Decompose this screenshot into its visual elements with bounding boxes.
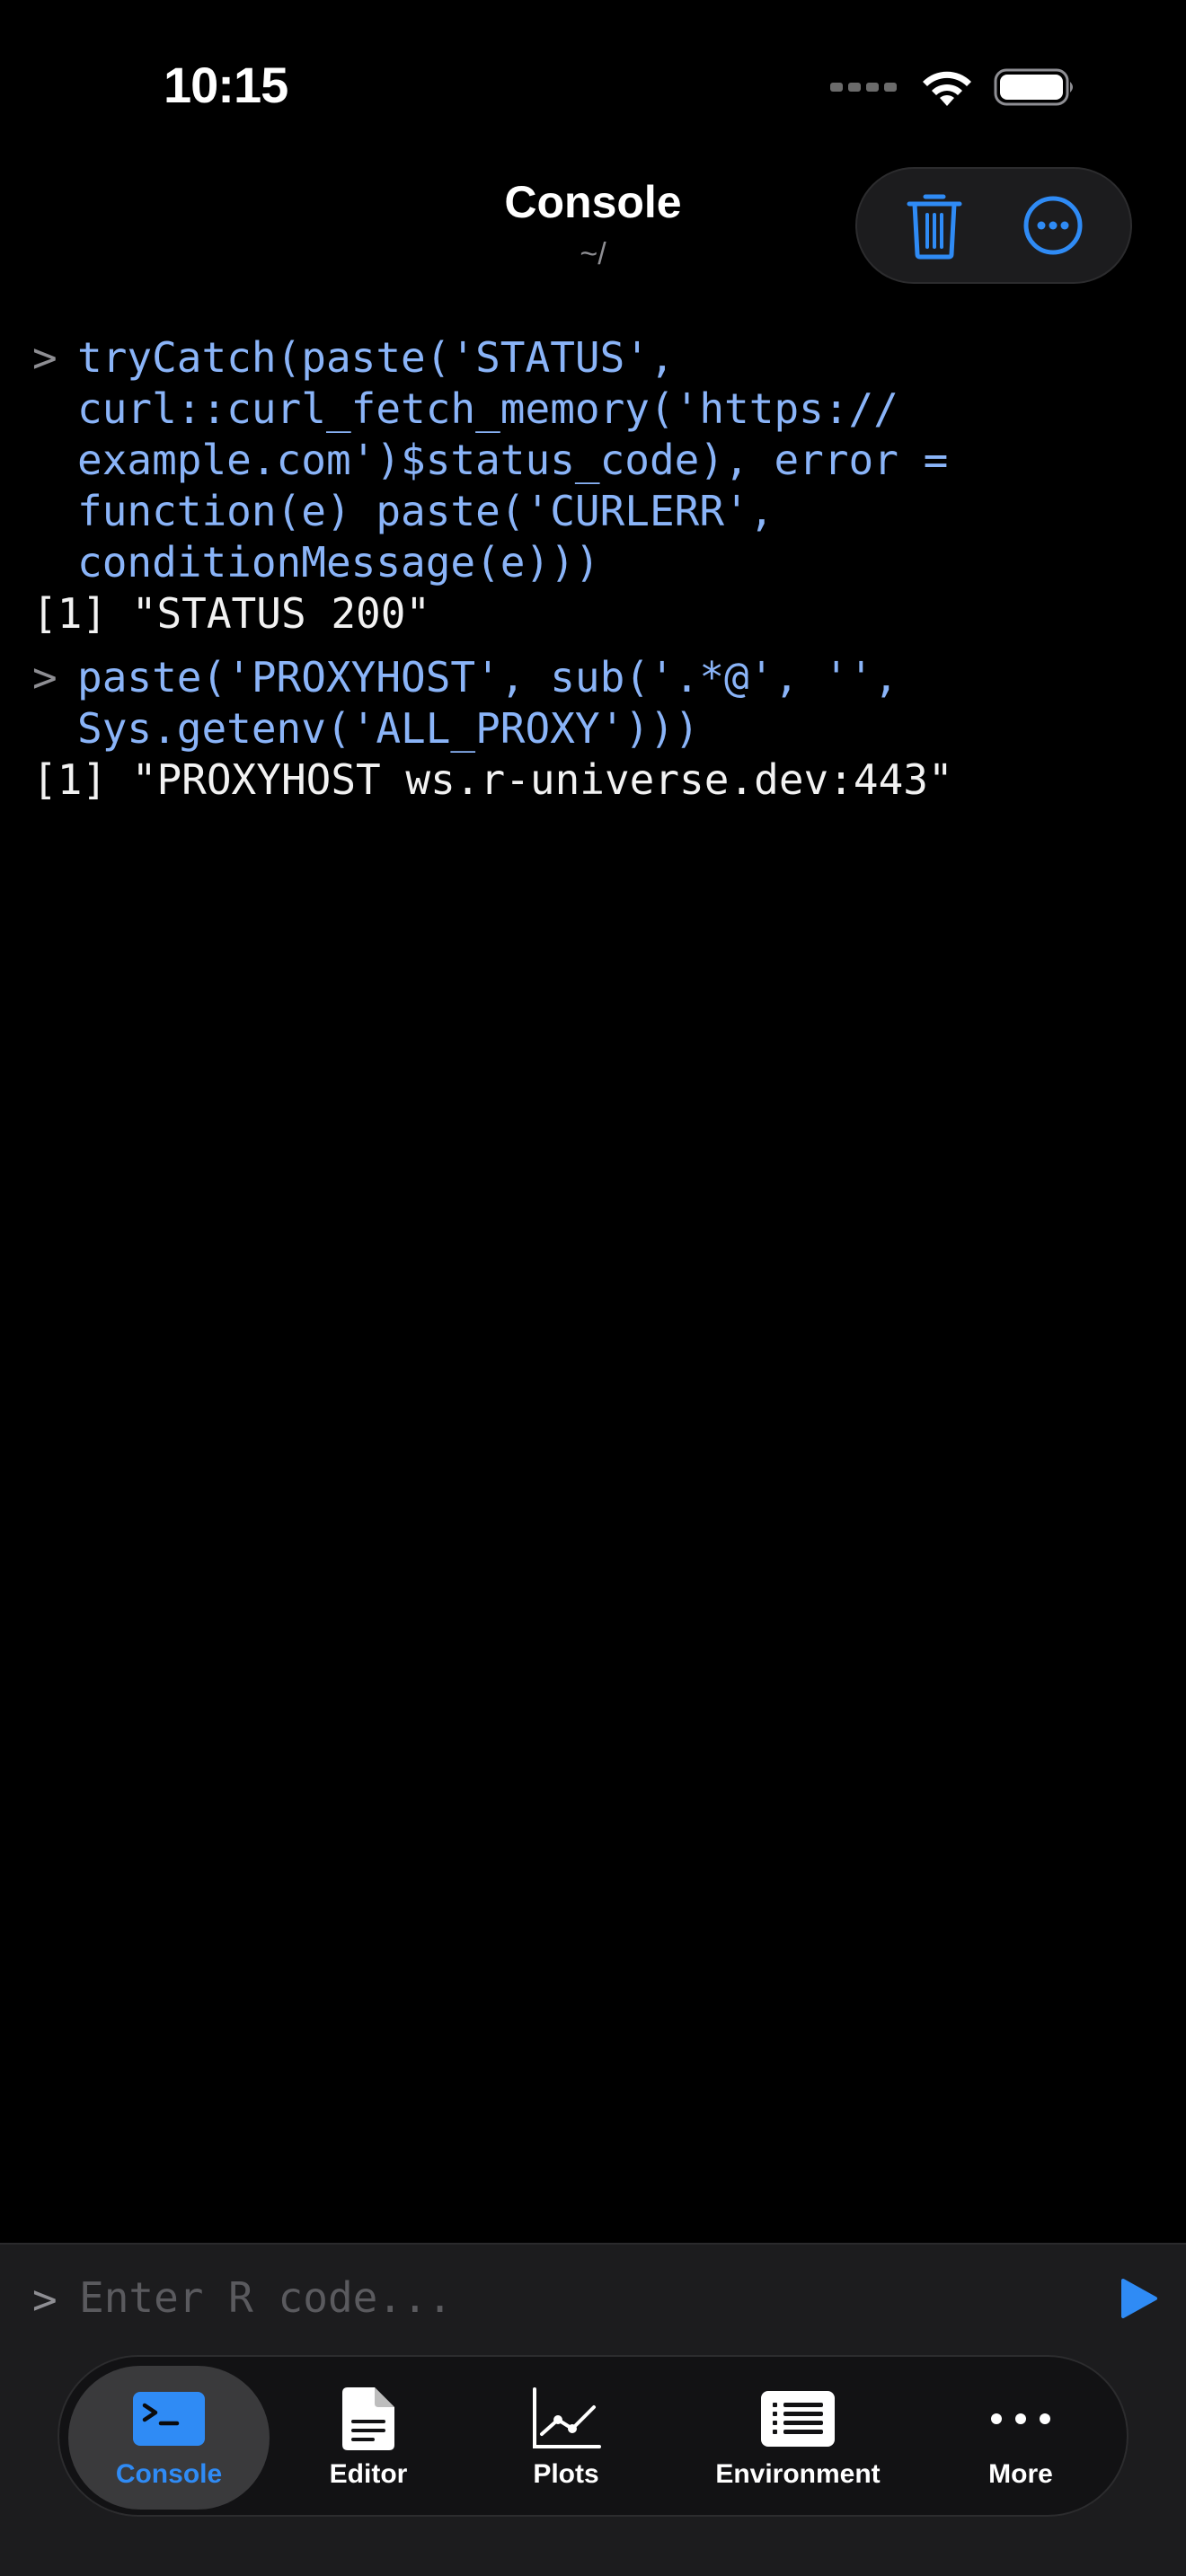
console-command: > tryCatch(paste('STATUS', curl::curl_fe… bbox=[32, 332, 1155, 588]
code-input-bar: > bbox=[0, 2243, 1186, 2351]
document-icon bbox=[342, 2387, 394, 2450]
more-options-button[interactable] bbox=[1008, 181, 1098, 270]
tab-editor[interactable]: Editor bbox=[279, 2366, 458, 2510]
battery-icon bbox=[994, 68, 1073, 106]
terminal-icon bbox=[133, 2392, 205, 2446]
tab-label: Environment bbox=[715, 2459, 881, 2489]
tab-label: Plots bbox=[533, 2459, 599, 2489]
line-chart-icon bbox=[533, 2387, 601, 2448]
header-actions bbox=[855, 167, 1132, 284]
status-indicators bbox=[830, 65, 1076, 110]
ellipsis-circle-icon bbox=[1023, 196, 1083, 255]
tab-plots[interactable]: Plots bbox=[476, 2366, 656, 2510]
console-command: > paste('PROXYHOST', sub('.*@', '', Sys.… bbox=[32, 652, 1155, 754]
code-input[interactable] bbox=[79, 2268, 1067, 2327]
tab-console[interactable]: Console bbox=[68, 2366, 270, 2510]
wifi-icon bbox=[923, 71, 971, 106]
tab-more[interactable]: More bbox=[931, 2366, 1111, 2510]
play-icon bbox=[1121, 2279, 1157, 2318]
command-output: [1] "STATUS 200" bbox=[32, 589, 431, 638]
cellular-signal-icon bbox=[830, 83, 897, 92]
status-time: 10:15 bbox=[164, 57, 288, 113]
list-icon bbox=[761, 2391, 835, 2447]
tab-label: More bbox=[988, 2459, 1053, 2489]
tab-label: Console bbox=[115, 2459, 223, 2489]
command-text: tryCatch(paste('STATUS', curl::curl_fetc… bbox=[77, 333, 949, 587]
command-output: [1] "PROXYHOST ws.r-universe.dev:443" bbox=[32, 755, 953, 804]
command-prompt: > bbox=[32, 653, 58, 701]
tab-label: Editor bbox=[329, 2459, 408, 2489]
tab-environment[interactable]: Environment bbox=[676, 2366, 920, 2510]
console-output: > tryCatch(paste('STATUS', curl::curl_fe… bbox=[32, 332, 1155, 813]
run-button[interactable] bbox=[1107, 2266, 1172, 2331]
app-screen: 10:15 Console ~/ > tryCatch(paste('STATU… bbox=[0, 0, 1186, 2576]
ellipsis-icon bbox=[991, 2413, 1050, 2424]
command-prompt: > bbox=[32, 333, 58, 382]
input-prompt: > bbox=[32, 2275, 58, 2324]
trash-icon bbox=[907, 194, 962, 260]
clear-console-button[interactable] bbox=[890, 181, 979, 270]
command-text: paste('PROXYHOST', sub('.*@', '', Sys.ge… bbox=[77, 653, 898, 753]
tab-bar: Console Editor Plots Environment More bbox=[58, 2355, 1128, 2517]
